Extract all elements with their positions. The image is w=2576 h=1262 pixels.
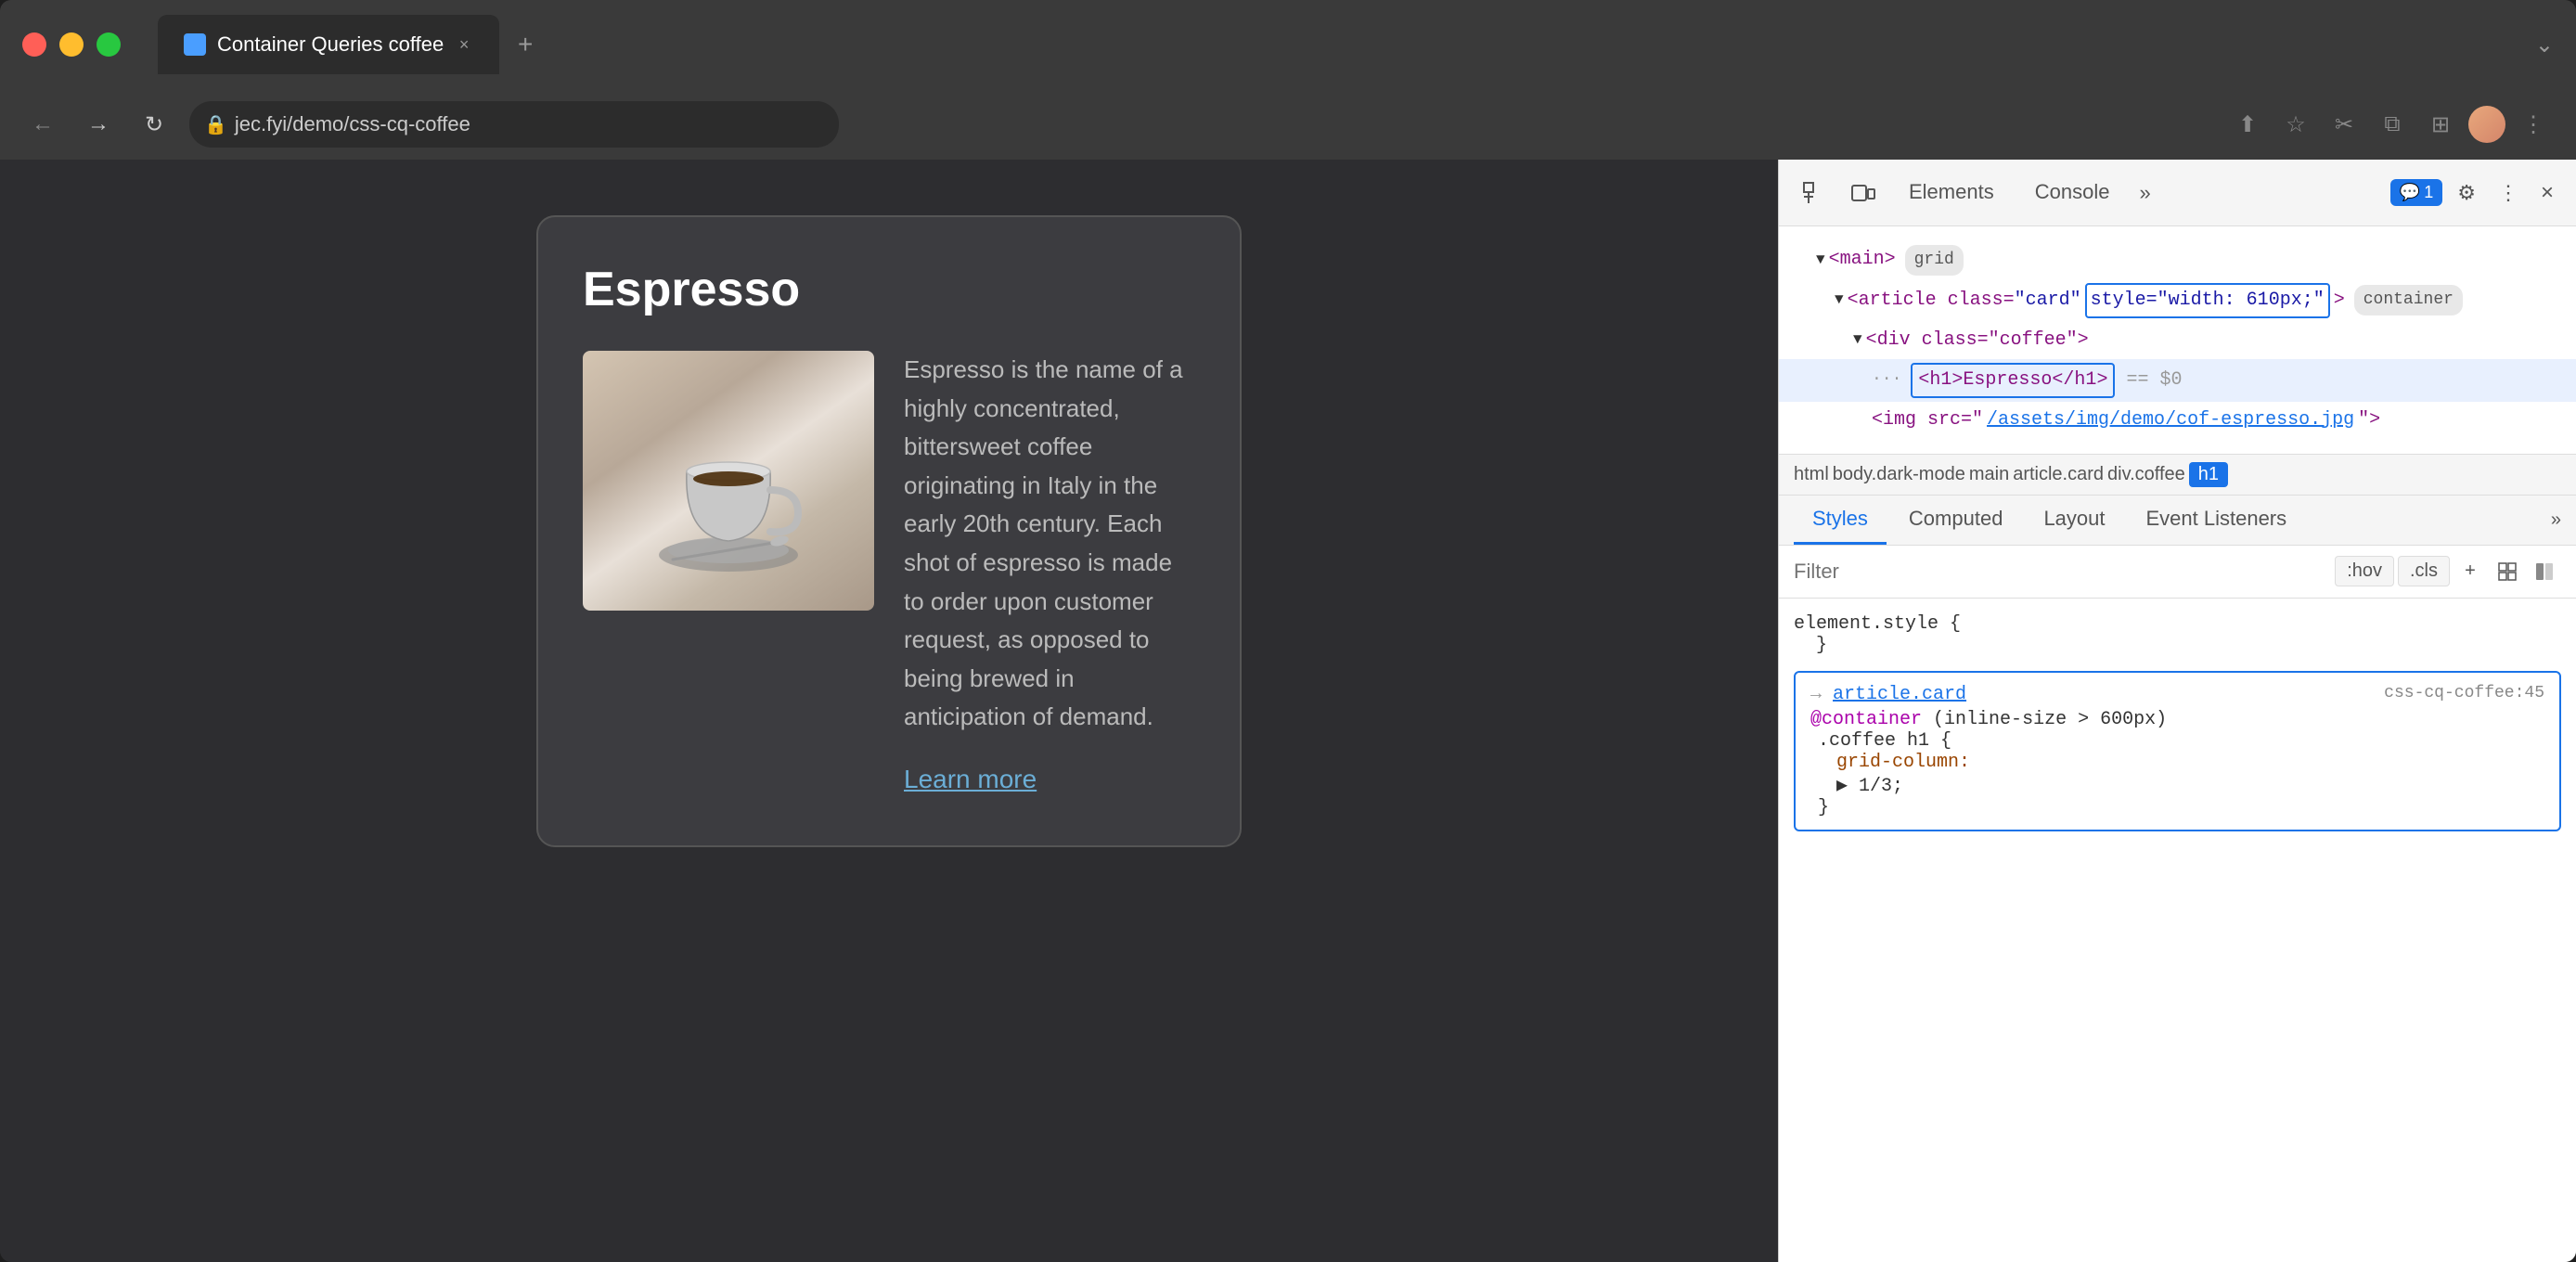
container-query-block: css-cq-coffee:45 → article.card @contain… [1794, 671, 2561, 831]
card-description: Espresso is the name of a highly concent… [904, 351, 1195, 801]
cut-button[interactable]: ✂ [2324, 104, 2364, 145]
style-tabs-more[interactable]: » [2551, 509, 2561, 531]
breadcrumb-article[interactable]: article.card [2013, 464, 2104, 485]
color-picker-button[interactable] [2528, 555, 2561, 588]
learn-more-link[interactable]: Learn more [904, 759, 1195, 801]
styles-filter-input[interactable] [1794, 560, 2327, 584]
dom-tree: ▼ <main> grid ▼ <article class="card" st… [1779, 226, 2576, 455]
back-button[interactable]: ← [22, 104, 63, 145]
inspect-element-button[interactable] [1794, 173, 1835, 213]
forward-button[interactable]: → [78, 104, 119, 145]
nav-actions: ⬆ ☆ ✂ ⧉ ⊞ ⋮ [2227, 104, 2554, 145]
navigation-bar: ← → ↻ 🔒 jec.fyi/demo/css-cq-coffee ⬆ ☆ ✂… [0, 89, 2576, 160]
browser-window: Container Queries coffee × + ⌄ ← → ↻ 🔒 j… [0, 0, 2576, 1262]
minimize-traffic-light[interactable] [59, 32, 84, 57]
notification-badge[interactable]: 💬 1 [2390, 179, 2442, 206]
dom-main-line[interactable]: ▼ <main> grid [1779, 241, 2576, 279]
element-style-close: } [1816, 635, 1827, 656]
devtools-toolbar: Elements Console » 💬 1 ⚙ ⋮ × [1779, 160, 2576, 226]
refresh-button[interactable]: ↻ [134, 104, 174, 145]
add-style-button[interactable]: + [2454, 555, 2487, 588]
element-breadcrumb: html body.dark-mode main article.card di… [1779, 455, 2576, 496]
tab-title: Container Queries coffee [217, 32, 444, 57]
breadcrumb-html[interactable]: html [1794, 464, 1829, 485]
dom-img-line[interactable]: <img src="/assets/img/demo/cof-espresso.… [1779, 402, 2576, 439]
tab-close-button[interactable]: × [455, 35, 473, 54]
tab-elements[interactable]: Elements [1890, 173, 2013, 213]
devtools-tabs-more[interactable]: » [2132, 174, 2157, 212]
cq-at-container: @container [1810, 709, 1922, 730]
cq-article-selector[interactable]: article.card [1833, 684, 1966, 705]
breadcrumb-div[interactable]: div.coffee [2107, 464, 2185, 485]
styles-panel: element.style { } css-cq-coffee:45 → art… [1779, 599, 2576, 1262]
cq-grid-column-value: ▶ 1/3; [1836, 773, 2544, 797]
breadcrumb-h1[interactable]: h1 [2189, 462, 2228, 487]
traffic-lights [22, 32, 121, 57]
tab-favicon [184, 33, 206, 56]
card-body: Espresso is the name of a highly concent… [583, 351, 1195, 801]
style-tabs: Styles Computed Layout Event Listeners » [1779, 496, 2576, 546]
maximize-traffic-light[interactable] [97, 32, 121, 57]
tab-computed[interactable]: Computed [1890, 496, 2022, 545]
filter-actions: :hov .cls + [2335, 555, 2561, 588]
dom-div-line[interactable]: ▼ <div class="coffee"> [1779, 322, 2576, 359]
h1-element-highlight: <h1>Espresso</h1> [1911, 363, 2115, 398]
extensions-button[interactable]: ⧉ [2372, 104, 2413, 145]
coffee-cup-svg [645, 379, 812, 583]
element-style-selector: element.style { [1794, 613, 1961, 635]
card-title: Espresso [583, 262, 1195, 317]
tab-layout[interactable]: Layout [2025, 496, 2123, 545]
new-tab-button[interactable]: + [503, 22, 547, 67]
dom-dollar-sign: == $0 [2126, 366, 2182, 395]
dom-article-line[interactable]: ▼ <article class="card" style="width: 61… [1779, 279, 2576, 322]
url-text: jec.fyi/demo/css-cq-coffee [235, 112, 470, 136]
user-avatar[interactable] [2468, 106, 2505, 143]
tab-console[interactable]: Console [2016, 173, 2129, 213]
cls-filter-button[interactable]: .cls [2398, 556, 2450, 586]
hov-filter-button[interactable]: :hov [2335, 556, 2394, 586]
tab-styles[interactable]: Styles [1794, 496, 1887, 545]
title-bar: Container Queries coffee × + ⌄ [0, 0, 2576, 89]
device-toolbar-button[interactable] [1842, 173, 1883, 213]
bookmark-button[interactable]: ☆ [2275, 104, 2316, 145]
lock-icon: 🔒 [204, 113, 227, 136]
tab-bar: Container Queries coffee × + [158, 15, 547, 74]
active-tab[interactable]: Container Queries coffee × [158, 15, 499, 74]
page-content: Espresso [0, 160, 1778, 1262]
cq-arrow: → [1810, 684, 1833, 705]
devtools-tabs: Elements Console » [1890, 173, 2383, 213]
breadcrumb-main[interactable]: main [1969, 464, 2009, 485]
espresso-image [583, 351, 874, 611]
profile-grid-button[interactable]: ⊞ [2420, 104, 2461, 145]
close-traffic-light[interactable] [22, 32, 46, 57]
browser-menu-button[interactable]: ⋮ [2513, 104, 2554, 145]
cq-source[interactable]: css-cq-coffee:45 [2384, 684, 2544, 702]
devtools-close-button[interactable]: × [2533, 173, 2561, 213]
share-button[interactable]: ⬆ [2227, 104, 2268, 145]
filter-bar: :hov .cls + [1779, 546, 2576, 599]
tab-event-listeners[interactable]: Event Listeners [2128, 496, 2306, 545]
devtools-settings-button[interactable]: ⚙ [2450, 174, 2483, 212]
devtools-panel: Elements Console » 💬 1 ⚙ ⋮ × ▼ <main> gr… [1778, 160, 2576, 1262]
breadcrumb-body[interactable]: body.dark-mode [1833, 464, 1965, 485]
browser-more-button[interactable]: ⌄ [2535, 32, 2554, 58]
article-style-attr: style="width: 610px;" [2085, 283, 2330, 318]
new-rule-button[interactable] [2491, 555, 2524, 588]
content-area: Espresso [0, 160, 2576, 1262]
devtools-menu-button[interactable]: ⋮ [2491, 174, 2526, 212]
element-style-rule: element.style { } [1794, 613, 2561, 656]
espresso-card: Espresso [536, 215, 1242, 847]
address-bar[interactable]: 🔒 jec.fyi/demo/css-cq-coffee [189, 101, 839, 148]
dom-h1-line[interactable]: ··· <h1>Espresso</h1> == $0 [1779, 359, 2576, 402]
cq-grid-column-property: grid-column: [1836, 752, 1970, 773]
